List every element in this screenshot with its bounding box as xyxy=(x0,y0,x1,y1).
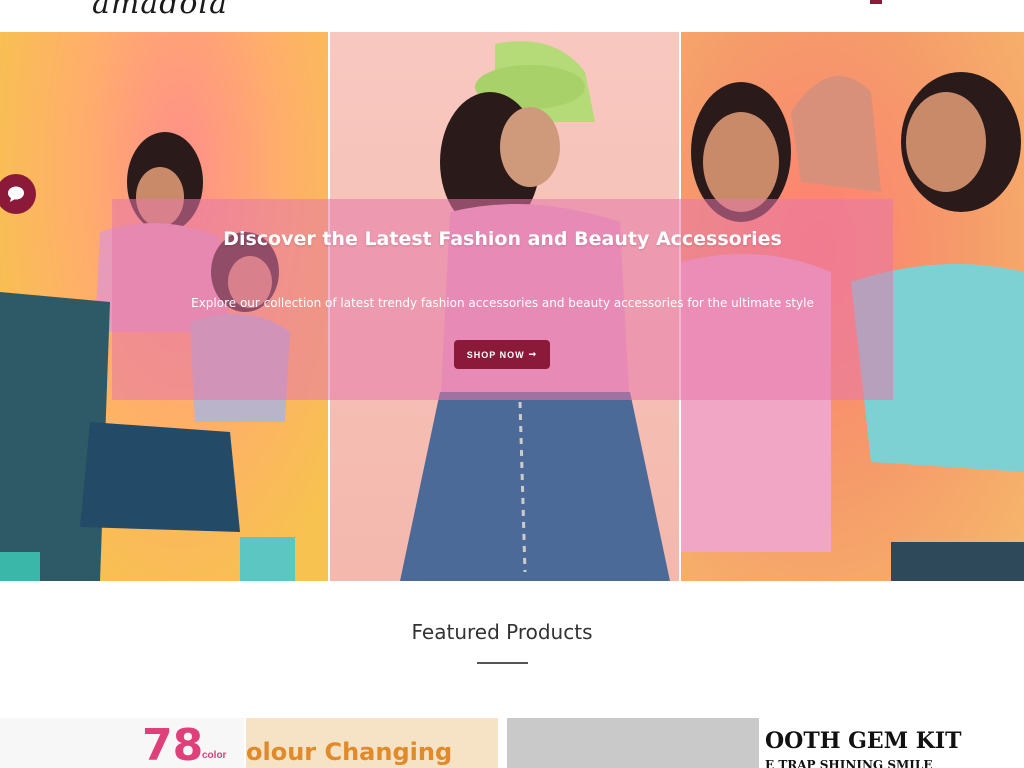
hero-banner: Discover the Latest Fashion and Beauty A… xyxy=(0,32,1024,581)
nav-item[interactable] xyxy=(688,0,718,4)
heading-underline xyxy=(477,662,528,664)
product-card[interactable]: OOTH GEM KIT E TRAP SHINING SMILE xyxy=(761,718,1024,768)
shop-now-button[interactable]: SHOP NOW ➞ xyxy=(454,340,550,369)
hero-subtitle: Explore our collection of latest trendy … xyxy=(191,296,814,310)
nav-item[interactable] xyxy=(744,0,774,4)
main-nav xyxy=(520,0,774,4)
nav-item[interactable] xyxy=(520,0,550,4)
product-card-text: olour Changing xyxy=(246,738,453,766)
product-card-text: 78 xyxy=(142,720,204,768)
language-flag-icon[interactable] xyxy=(870,0,882,4)
site-logo[interactable]: amadola xyxy=(92,0,228,21)
product-card[interactable]: olour Changing xyxy=(246,718,498,768)
featured-products-heading: Featured Products xyxy=(411,620,593,644)
hero-title: Discover the Latest Fashion and Beauty A… xyxy=(223,228,782,250)
product-card-text: OOTH GEM KIT xyxy=(765,728,962,754)
product-card-subtext: E TRAP SHINING SMILE xyxy=(765,758,933,768)
shop-now-label: SHOP NOW xyxy=(466,349,525,360)
product-card-subtext: color xyxy=(202,750,227,761)
page: amadola Discover the Latest Fashion and … xyxy=(0,0,1024,768)
nav-item[interactable] xyxy=(632,0,662,4)
featured-products-row: 78 color olour Changing OOTH GEM KIT E T… xyxy=(0,718,1024,768)
chat-bubble-icon xyxy=(8,186,24,202)
site-header: amadola xyxy=(0,0,1024,32)
product-card[interactable] xyxy=(507,718,759,768)
product-card[interactable]: 78 color xyxy=(0,718,244,768)
arrow-right-icon: ➞ xyxy=(528,349,538,359)
nav-item[interactable] xyxy=(576,0,606,4)
